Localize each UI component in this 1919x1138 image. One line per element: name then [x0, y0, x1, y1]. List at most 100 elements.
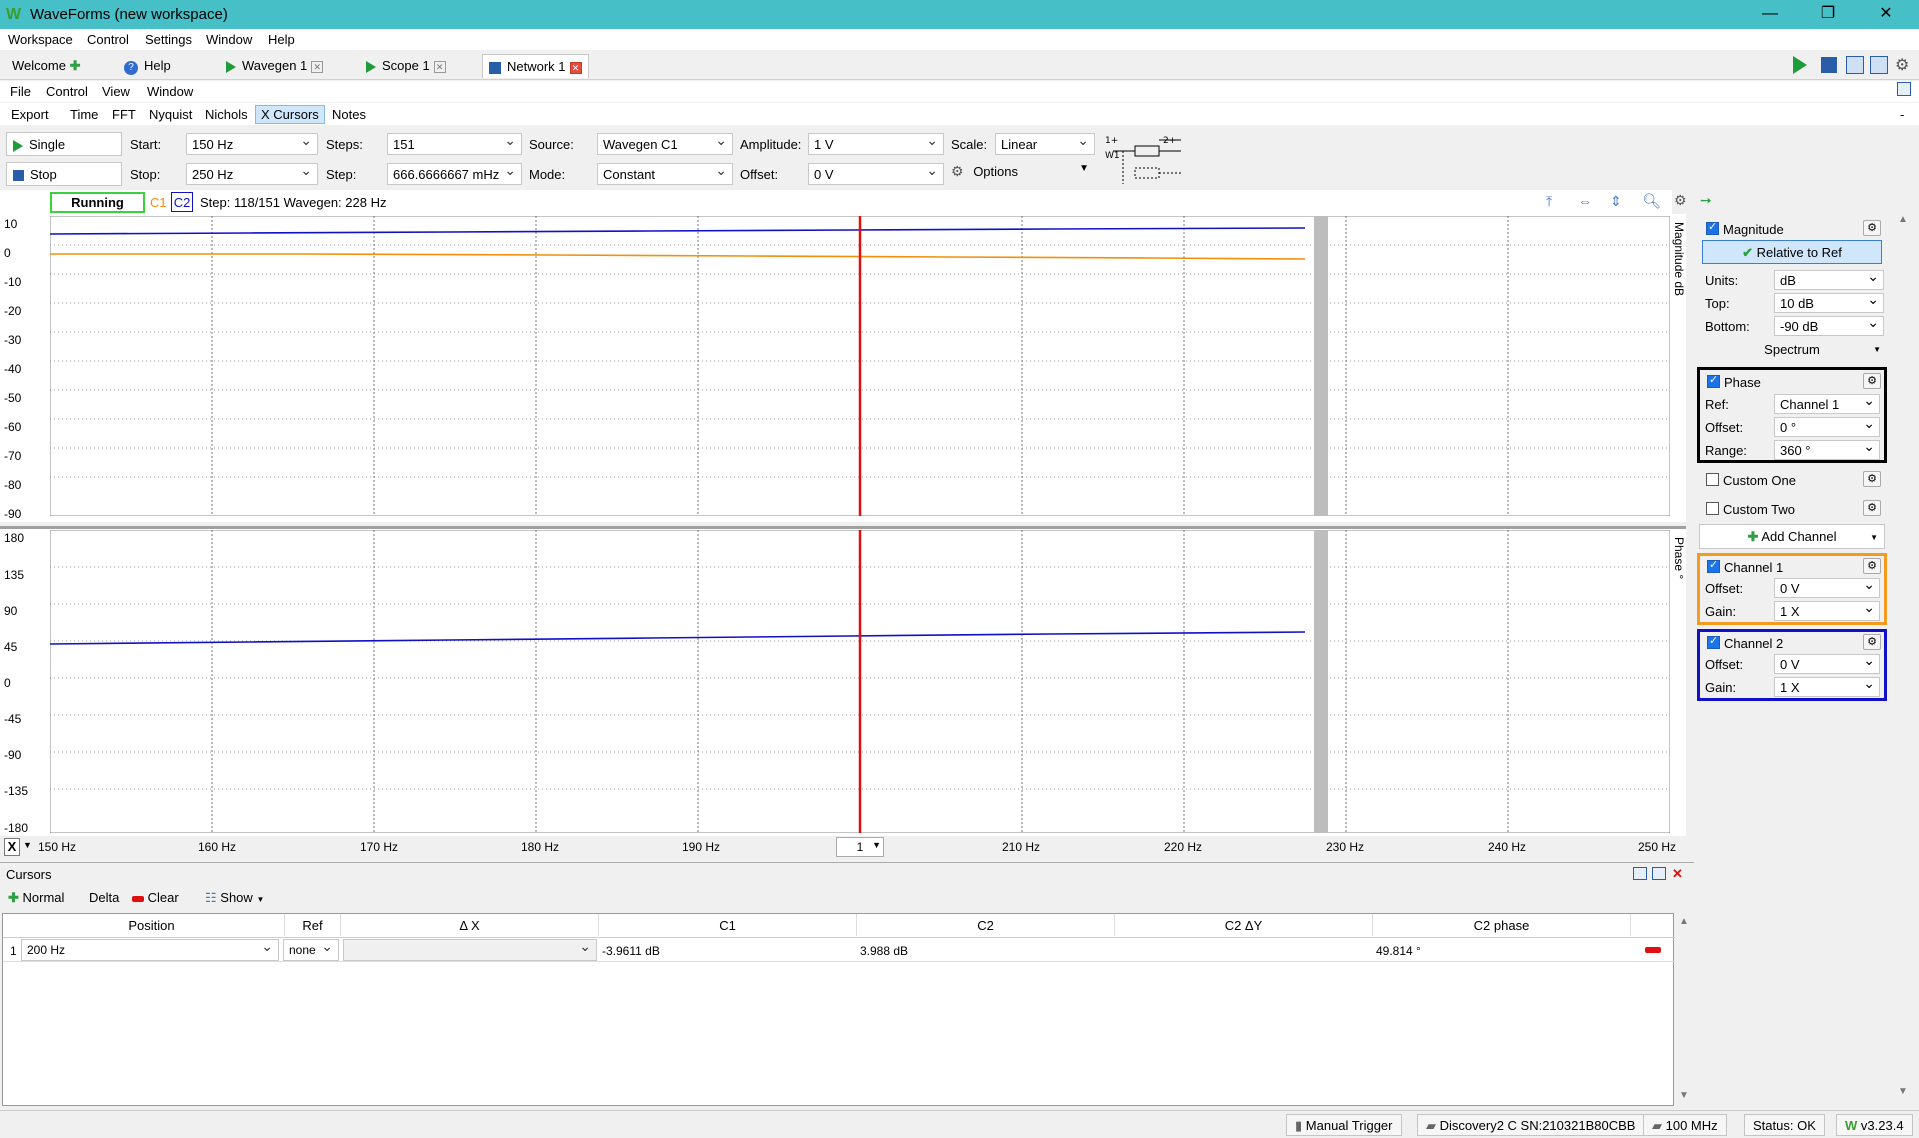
step-select[interactable]: 666.6666667 mHz — [387, 163, 522, 185]
view-fft[interactable]: FFT — [112, 107, 136, 122]
menu-window[interactable]: Window — [206, 32, 252, 47]
menu-control[interactable]: Control — [87, 32, 129, 47]
magnitude-settings-icon[interactable]: ⚙ — [1863, 220, 1881, 236]
view-x-cursors[interactable]: X Cursors — [255, 105, 325, 124]
view-export[interactable]: Export — [11, 107, 49, 122]
device-button[interactable]: ▰ Discovery2 C SN:210321B80CBB — [1417, 1114, 1645, 1136]
phase-settings-icon[interactable]: ⚙ — [1863, 373, 1881, 389]
clear-cursors-button[interactable]: Clear — [132, 890, 179, 905]
view-nyquist[interactable]: Nyquist — [149, 107, 192, 122]
menu-view[interactable]: View — [102, 84, 130, 99]
channel-1-offset-select[interactable]: 0 V — [1774, 576, 1880, 598]
layout-icon[interactable] — [1846, 56, 1864, 74]
panel-arrow-icon[interactable]: ➙ — [1700, 192, 1712, 209]
autoscale-icon[interactable]: ⤒ — [1546, 193, 1552, 210]
magnitude-toggle[interactable]: Magnitude ⚙ — [1697, 216, 1887, 240]
cursor-delta-x-select[interactable] — [343, 939, 597, 961]
layout-split-icon[interactable] — [1870, 56, 1888, 74]
c2-indicator[interactable]: C2 — [171, 192, 193, 212]
table-row[interactable]: 1 200 Hz none -3.9611 dB 3.988 dB 49.814… — [3, 938, 1675, 962]
add-channel-button[interactable]: ✚ Add Channel ▼ — [1699, 524, 1885, 549]
restore-panel-icon[interactable] — [1633, 867, 1647, 880]
cursor-ref-select[interactable]: none — [283, 939, 339, 961]
channel-2-offset-select[interactable]: 0 V — [1774, 652, 1880, 674]
normal-cursor-button[interactable]: ✚ Normal — [8, 890, 64, 906]
options-dropdown[interactable]: ⚙ Options ▼ — [951, 163, 1095, 185]
close-tab-icon[interactable]: ✕ — [311, 60, 324, 73]
spectrum-dropdown[interactable]: Spectrum ▼ — [1697, 339, 1887, 359]
channel-1-settings-icon[interactable]: ⚙ — [1863, 558, 1881, 574]
cursor-index-select[interactable]: 1 ▼ — [836, 837, 884, 857]
clock-frequency-button[interactable]: ▰ 100 MHz — [1643, 1114, 1727, 1136]
x-axis-menu-button[interactable]: X — [4, 838, 20, 856]
cursor-position-select[interactable]: 200 Hz — [21, 939, 279, 961]
stop-button[interactable]: Stop — [6, 162, 122, 186]
scroll-up-icon[interactable]: ▲ — [1679, 916, 1689, 927]
collapse-icon[interactable]: - — [1900, 107, 1904, 122]
bottom-select[interactable]: -90 dB — [1774, 314, 1884, 336]
menu-window[interactable]: Window — [147, 84, 193, 99]
scale-select[interactable]: Linear — [995, 133, 1095, 155]
tab-scope[interactable]: Scope 1 ✕ — [360, 54, 452, 78]
dock-icon[interactable] — [1897, 82, 1911, 96]
status-button[interactable]: Status: OK — [1744, 1114, 1825, 1136]
delta-cursor-button[interactable]: Delta — [89, 890, 119, 905]
single-button[interactable]: Single — [6, 132, 122, 156]
start-select[interactable]: 150 Hz — [186, 133, 318, 155]
phase-checkbox[interactable] — [1707, 373, 1720, 388]
phase-plot[interactable]: 180 135 90 45 0 -45 -90 -135 -180 Phase … — [0, 526, 1686, 836]
channel-1-checkbox[interactable] — [1707, 558, 1720, 573]
stop-select[interactable]: 250 Hz — [186, 163, 318, 185]
close-tab-icon[interactable]: ✕ — [569, 61, 582, 74]
phase-ref-select[interactable]: Channel 1 — [1774, 392, 1880, 414]
scroll-down-icon[interactable]: ▼ — [1679, 1090, 1689, 1101]
amplitude-select[interactable]: 1 V — [808, 133, 944, 155]
right-scrollbar[interactable]: ▲ ▼ — [1894, 214, 1914, 1104]
fit-vertical-icon[interactable]: ⇕ — [1610, 193, 1622, 210]
tab-help[interactable]: ? Help — [118, 54, 177, 78]
c1-indicator[interactable]: C1 — [150, 195, 167, 210]
minimize-button[interactable]: — — [1750, 3, 1790, 25]
maximize-button[interactable]: ❐ — [1808, 3, 1848, 25]
tab-wavegen[interactable]: Wavegen 1 ✕ — [220, 54, 329, 78]
show-dropdown[interactable]: ☷ Show ▼ — [205, 890, 264, 906]
phase-offset-select[interactable]: 0 ° — [1774, 415, 1880, 437]
magnitude-plot[interactable]: 10 0 -10 -20 -30 -40 -50 -60 -70 -80 -90… — [0, 214, 1686, 522]
remove-cursor-icon[interactable] — [1645, 947, 1661, 953]
custom-one-checkbox[interactable] — [1706, 473, 1719, 486]
view-notes[interactable]: Notes — [332, 107, 366, 122]
source-select[interactable]: Wavegen C1 — [597, 133, 733, 155]
units-select[interactable]: dB — [1774, 268, 1884, 290]
custom-two-toggle[interactable]: Custom Two ⚙ — [1697, 497, 1887, 521]
top-select[interactable]: 10 dB — [1774, 291, 1884, 313]
settings-gear-icon[interactable]: ⚙ — [1895, 55, 1909, 75]
menu-control[interactable]: Control — [46, 84, 88, 99]
channel-2-settings-icon[interactable]: ⚙ — [1863, 634, 1881, 650]
custom-two-settings-icon[interactable]: ⚙ — [1863, 500, 1881, 516]
maximize-panel-icon[interactable] — [1652, 867, 1666, 880]
stop-all-icon[interactable] — [1821, 57, 1837, 73]
relative-to-ref-button[interactable]: ✔ Relative to Ref — [1702, 240, 1882, 264]
channel-1-gain-select[interactable]: 1 X — [1774, 599, 1880, 621]
manual-trigger-button[interactable]: ▮ Manual Trigger — [1286, 1114, 1402, 1136]
phase-range-select[interactable]: 360 ° — [1774, 438, 1880, 460]
mode-select[interactable]: Constant — [597, 163, 733, 185]
close-button[interactable]: ✕ — [1866, 3, 1906, 25]
channel-2-checkbox[interactable] — [1707, 634, 1720, 649]
menu-workspace[interactable]: Workspace — [8, 32, 73, 47]
add-icon[interactable]: ✚ — [70, 58, 81, 73]
magnitude-checkbox[interactable] — [1706, 220, 1719, 235]
offset-select[interactable]: 0 V — [808, 163, 944, 185]
plot-settings-gear-icon[interactable]: ⚙ — [1674, 192, 1687, 209]
close-panel-icon[interactable]: ✕ — [1672, 866, 1683, 882]
steps-select[interactable]: 151 — [387, 133, 522, 155]
custom-two-checkbox[interactable] — [1706, 502, 1719, 515]
view-nichols[interactable]: Nichols — [205, 107, 248, 122]
tab-network[interactable]: Network 1 ✕ — [482, 54, 589, 78]
tab-welcome[interactable]: Welcome ✚ — [6, 54, 86, 78]
close-tab-icon[interactable]: ✕ — [433, 60, 446, 73]
channel-2-gain-select[interactable]: 1 X — [1774, 675, 1880, 697]
dropdown-arrow-icon[interactable]: ▼ — [23, 840, 32, 850]
custom-one-settings-icon[interactable]: ⚙ — [1863, 471, 1881, 487]
fit-horizontal-icon[interactable]: ⇔ — [1578, 193, 1592, 209]
